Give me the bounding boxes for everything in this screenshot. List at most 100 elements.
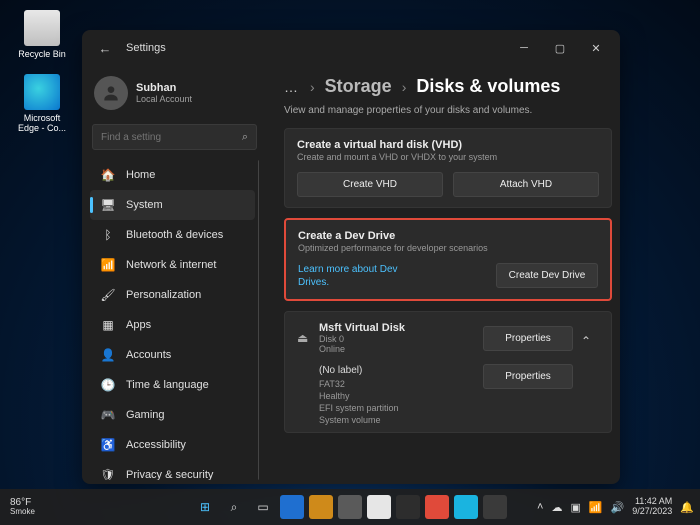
nav-label: Accessibility — [126, 439, 186, 451]
sidebar-item-accessibility[interactable]: ♿ Accessibility — [90, 430, 255, 460]
sidebar-item-bluetooth-devices[interactable]: ᛒ Bluetooth & devices — [90, 220, 255, 250]
maximize-button[interactable]: ▢ — [542, 33, 578, 63]
sidebar-item-personalization[interactable]: 🖌 Personalization — [90, 280, 255, 310]
main-content: … › Storage › Disks & volumes View and m… — [266, 66, 620, 484]
nav-label: Bluetooth & devices — [126, 229, 223, 241]
tray-app-icon[interactable]: ▣ — [570, 501, 580, 514]
disk-properties-button[interactable]: Properties — [483, 326, 573, 351]
breadcrumb-storage[interactable]: Storage — [325, 76, 392, 97]
create-vhd-button[interactable]: Create VHD — [297, 172, 443, 197]
breadcrumb-more-icon[interactable]: … — [284, 79, 300, 95]
volume-properties-button[interactable]: Properties — [483, 364, 573, 389]
nav: 🏠 Home 🖥 System ᛒ Bluetooth & devices 📶 Network… — [90, 160, 259, 480]
close-button[interactable]: ✕ — [578, 33, 614, 63]
attach-vhd-button[interactable]: Attach VHD — [453, 172, 599, 197]
nav-icon: 📶 — [100, 257, 116, 273]
chevron-right-icon: › — [310, 79, 315, 95]
card-disk: ⏏ Msft Virtual Disk Disk 0 Online Proper… — [284, 311, 612, 433]
tray-chevron-icon[interactable]: ˄ — [537, 501, 543, 513]
desktop-icon-label: Recycle Bin — [18, 49, 66, 59]
desktop-icon-label: Microsoft Edge - Co... — [18, 113, 66, 133]
nav-icon: 🛡 — [100, 467, 116, 480]
sidebar-item-network-internet[interactable]: 📶 Network & internet — [90, 250, 255, 280]
taskbar-app-icon[interactable] — [483, 495, 507, 519]
sidebar-item-apps[interactable]: ▦ Apps — [90, 310, 255, 340]
nav-icon: 🎮 — [100, 407, 116, 423]
breadcrumb-current: Disks & volumes — [416, 76, 560, 97]
search-box[interactable]: ⌕ — [92, 124, 257, 150]
search-icon: ⌕ — [242, 131, 248, 144]
taskbar-app-icon[interactable] — [396, 495, 420, 519]
start-button[interactable]: ⊞ — [193, 495, 217, 519]
search-input[interactable] — [101, 132, 242, 143]
minimize-button[interactable]: ─ — [506, 33, 542, 63]
user-name: Subhan — [136, 82, 192, 94]
settings-window: ← Settings ─ ▢ ✕ Subhan Local Account ⌕ … — [82, 30, 620, 484]
nav-icon: 🖥 — [100, 197, 116, 213]
taskbar-app-icon[interactable] — [280, 495, 304, 519]
chevron-right-icon: › — [402, 79, 407, 95]
taskbar-center: ⊞ ⌕ ▭ — [193, 495, 507, 519]
user-account-type: Local Account — [136, 94, 192, 104]
chevron-up-icon[interactable]: ⌃ — [573, 328, 599, 348]
card-create-dev-drive: Create a Dev Drive Optimized performance… — [284, 218, 612, 301]
learn-more-link[interactable]: Learn more about Dev Drives. — [298, 263, 408, 289]
nav-label: System — [126, 199, 163, 211]
desktop-icon-edge[interactable]: Microsoft Edge - Co... — [12, 74, 72, 133]
weather-widget[interactable]: 86°F Smoke — [10, 497, 35, 517]
spacer — [573, 364, 599, 426]
nav-icon: 🕒 — [100, 377, 116, 393]
taskbar-app-icon[interactable] — [367, 495, 391, 519]
nav-icon: ♿ — [100, 437, 116, 453]
sidebar-item-home[interactable]: 🏠 Home — [90, 160, 255, 190]
sidebar-item-privacy-security[interactable]: 🛡 Privacy & security — [90, 460, 255, 480]
nav-label: Network & internet — [126, 259, 216, 271]
notifications-icon[interactable]: 🔔 — [680, 501, 694, 514]
sidebar-item-gaming[interactable]: 🎮 Gaming — [90, 400, 255, 430]
avatar — [94, 76, 128, 110]
task-view-icon[interactable]: ▭ — [251, 495, 275, 519]
page-subtitle: View and manage properties of your disks… — [284, 105, 612, 116]
nav-label: Home — [126, 169, 155, 181]
titlebar: ← Settings ─ ▢ ✕ — [82, 30, 620, 66]
nav-label: Personalization — [126, 289, 201, 301]
taskbar: 86°F Smoke ⊞ ⌕ ▭ ˄ ☁ ▣ 📶 🔊 11:42 AM 9/27… — [0, 489, 700, 525]
sidebar-item-time-language[interactable]: 🕒 Time & language — [90, 370, 255, 400]
taskbar-app-icon[interactable] — [338, 495, 362, 519]
tray-onedrive-icon[interactable]: ☁ — [551, 501, 562, 514]
breadcrumb: … › Storage › Disks & volumes — [284, 76, 612, 97]
nav-icon: 🖌 — [100, 287, 116, 303]
user-block[interactable]: Subhan Local Account — [90, 70, 259, 122]
sidebar-item-accounts[interactable]: 👤Accounts — [90, 340, 255, 370]
nav-label: Apps — [126, 319, 151, 331]
tray-wifi-icon[interactable]: 📶 — [589, 501, 603, 514]
taskbar-app-icon[interactable] — [425, 495, 449, 519]
card-subtitle: Optimized performance for developer scen… — [298, 243, 598, 253]
back-button[interactable]: ← — [94, 41, 116, 56]
create-dev-drive-button[interactable]: Create Dev Drive — [496, 263, 598, 288]
taskbar-search-icon[interactable]: ⌕ — [222, 495, 246, 519]
system-tray[interactable]: ˄ ☁ ▣ 📶 🔊 11:42 AM 9/27/2023 🔔 — [537, 497, 694, 517]
disk-icon: ⏏ — [297, 331, 319, 345]
card-title: Create a virtual hard disk (VHD) — [297, 139, 599, 151]
card-create-vhd: Create a virtual hard disk (VHD) Create … — [284, 128, 612, 208]
nav-label: Gaming — [126, 409, 165, 421]
nav-icon: ▦ — [100, 317, 116, 333]
tray-volume-icon[interactable]: 🔊 — [611, 501, 625, 514]
nav-icon: ᛒ — [100, 227, 116, 243]
nav-label: Time & language — [126, 379, 209, 391]
desktop-icon-recyclebin[interactable]: Recycle Bin — [12, 10, 72, 59]
volume-info: (No label) FAT32 Healthy EFI system part… — [319, 364, 483, 426]
nav-label: Accounts — [126, 349, 171, 361]
sidebar-scrollbar[interactable] — [258, 160, 259, 480]
sidebar: Subhan Local Account ⌕ 🏠 Home 🖥 System ᛒ Blue… — [82, 66, 266, 484]
taskbar-app-icon[interactable] — [309, 495, 333, 519]
window-title: Settings — [126, 42, 166, 54]
nav-icon: 🏠 — [100, 167, 116, 183]
sidebar-item-system[interactable]: 🖥 System — [90, 190, 255, 220]
clock[interactable]: 11:42 AM 9/27/2023 — [632, 497, 672, 517]
taskbar-app-icon[interactable] — [454, 495, 478, 519]
card-subtitle: Create and mount a VHD or VHDX to your s… — [297, 152, 599, 162]
nav-label: Privacy & security — [126, 469, 213, 480]
disk-name: Msft Virtual Disk — [319, 322, 483, 334]
